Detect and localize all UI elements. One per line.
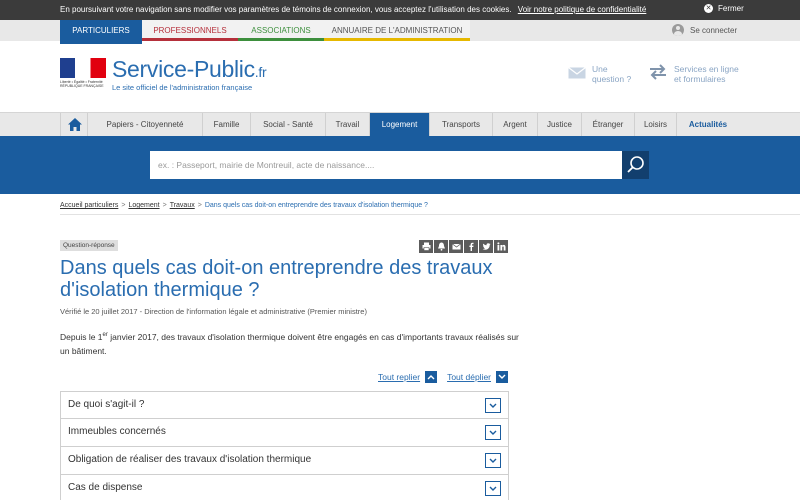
accordion-item-title: Cas de dispense — [68, 482, 143, 493]
search-input[interactable] — [150, 151, 622, 179]
accordion-item[interactable]: Cas de dispense — [60, 475, 509, 500]
chevron-down-icon — [485, 398, 501, 413]
print-icon — [422, 242, 430, 251]
chevron-down-icon — [485, 481, 501, 496]
breadcrumb-item-travaux[interactable]: Travaux — [170, 202, 195, 209]
chevron-down-icon — [485, 453, 501, 468]
page-title: Dans quels cas doit-on entreprendre des … — [60, 257, 493, 301]
expand-all-button[interactable]: Tout déplier — [447, 371, 509, 383]
content-type-badge: Question-réponse — [60, 240, 118, 251]
login-label: Se connecter — [690, 25, 738, 35]
cookie-close-label: Fermer — [718, 4, 744, 13]
question-line-1: Une — [592, 64, 608, 74]
question-link[interactable]: Une question ? — [568, 64, 631, 84]
privacy-policy-link[interactable]: Voir notre politique de confidentialité — [518, 5, 647, 14]
print-button[interactable] — [419, 240, 433, 253]
chevron-down-icon — [496, 371, 509, 383]
collapse-all-label: Tout replier — [378, 372, 421, 382]
nav-transports[interactable]: Transports — [430, 113, 493, 137]
nav-famille[interactable]: Famille — [203, 113, 251, 137]
breadcrumb-item-logement[interactable]: Logement — [128, 202, 159, 209]
search-band — [0, 136, 800, 194]
question-line-2: question ? — [592, 74, 632, 84]
share-toolbar — [419, 240, 508, 253]
intro-text-end: janvier 2017, des travaux d'isolation th… — [60, 331, 519, 356]
services-line-1: Services en ligne — [674, 64, 739, 74]
nav-loisirs[interactable]: Loisirs — [635, 113, 677, 137]
cookie-banner: En poursuivant votre navigation sans mod… — [0, 0, 800, 20]
tab-annuaire[interactable]: ANNUAIRE DE L'ADMINISTRATION — [324, 20, 470, 41]
breadcrumb-divider — [60, 214, 800, 215]
facebook-share-button[interactable] — [464, 240, 478, 253]
mail-icon — [451, 243, 461, 250]
cookie-text: En poursuivant votre navigation sans mod… — [60, 5, 512, 14]
twitter-icon — [482, 243, 490, 250]
brand-suffix: .fr — [254, 64, 267, 80]
search-icon — [627, 156, 644, 173]
intro-paragraph: Depuis le 1er janvier 2017, des travaux … — [60, 328, 520, 358]
verification-date: Vérifié le 20 juillet 2017 - Direction d… — [60, 307, 367, 316]
home-icon — [68, 118, 82, 131]
online-services-link[interactable]: Services en ligne et formulaires — [648, 64, 739, 84]
brand-tagline: Le site officiel de l'administration fra… — [112, 83, 253, 92]
accordion-item[interactable]: Immeubles concernés — [60, 419, 509, 447]
accordion-item-title: Obligation de réaliser des travaux d'iso… — [68, 454, 312, 465]
breadcrumb: Accueil particuliers > Logement > Travaux > Da… — [60, 202, 428, 209]
accordion-item-title: Immeubles concernés — [68, 426, 166, 437]
nav-logement[interactable]: Logement — [370, 113, 430, 137]
brand-name-text: Service-Public — [112, 56, 255, 82]
home-button[interactable] — [60, 113, 88, 137]
breadcrumb-separator: > — [162, 202, 167, 209]
nav-etranger[interactable]: Étranger — [582, 113, 635, 137]
accordion-item[interactable]: De quoi s'agit-il ? — [60, 391, 509, 419]
tab-particuliers[interactable]: PARTICULIERS — [60, 20, 142, 44]
exchange-arrows-icon — [650, 64, 666, 80]
audience-tabs: PARTICULIERS PROFESSIONNELS ASSOCIATIONS… — [0, 20, 800, 44]
facebook-icon — [468, 242, 473, 251]
nav-actualites[interactable]: Actualités — [677, 113, 739, 137]
tab-professionnels[interactable]: PROFESSIONNELS — [142, 20, 238, 41]
faq-accordion: De quoi s'agit-il ? Immeubles concernés … — [60, 391, 509, 500]
nav-justice[interactable]: Justice — [538, 113, 582, 137]
marianne-logo: Liberté • Égalité • Fraternité RÉPUBLIQU… — [60, 58, 106, 88]
expand-all-label: Tout déplier — [447, 372, 492, 382]
cookie-message: En poursuivant votre navigation sans mod… — [60, 5, 646, 14]
main-navigation: Papiers - Citoyenneté Famille Social - S… — [0, 112, 800, 137]
collapse-all-button[interactable]: Tout replier — [378, 371, 438, 383]
alert-button[interactable] — [434, 240, 448, 253]
accordion-item[interactable]: Obligation de réaliser des travaux d'iso… — [60, 447, 509, 475]
linkedin-icon — [496, 242, 505, 251]
nav-travail[interactable]: Travail — [326, 113, 370, 137]
nav-argent[interactable]: Argent — [493, 113, 538, 137]
marianne-caption: Liberté • Égalité • Fraternité RÉPUBLIQU… — [60, 80, 104, 88]
linkedin-share-button[interactable] — [494, 240, 508, 253]
tab-associations[interactable]: ASSOCIATIONS — [238, 20, 324, 41]
services-line-2: et formulaires — [674, 74, 726, 84]
cookie-close-button[interactable]: ✕ Fermer — [704, 4, 744, 13]
accordion-item-title: De quoi s'agit-il ? — [68, 399, 145, 410]
chevron-up-icon — [425, 371, 438, 383]
chevron-down-icon — [485, 425, 501, 440]
accordion-controls: Tout replier Tout déplier — [378, 371, 509, 383]
nav-papiers[interactable]: Papiers - Citoyenneté — [88, 113, 203, 137]
breadcrumb-separator: > — [121, 202, 126, 209]
search-button[interactable] — [622, 151, 649, 179]
bell-icon — [437, 242, 445, 251]
user-icon — [672, 24, 684, 36]
intro-text-start: Depuis le 1 — [60, 331, 103, 342]
nav-social-sante[interactable]: Social - Santé — [251, 113, 326, 137]
email-share-button[interactable] — [449, 240, 463, 253]
brand-name: Service-Public.fr — [112, 56, 267, 83]
envelope-icon — [568, 67, 586, 79]
breadcrumb-item-accueil[interactable]: Accueil particuliers — [60, 202, 118, 209]
login-link[interactable]: Se connecter — [672, 24, 737, 36]
breadcrumb-separator: > — [197, 202, 202, 209]
breadcrumb-current: Dans quels cas doit-on entreprendre des … — [204, 202, 428, 209]
close-icon: ✕ — [704, 4, 713, 13]
twitter-share-button[interactable] — [479, 240, 493, 253]
site-logo[interactable]: Liberté • Égalité • Fraternité RÉPUBLIQU… — [60, 56, 267, 92]
french-flag-icon — [60, 58, 106, 78]
